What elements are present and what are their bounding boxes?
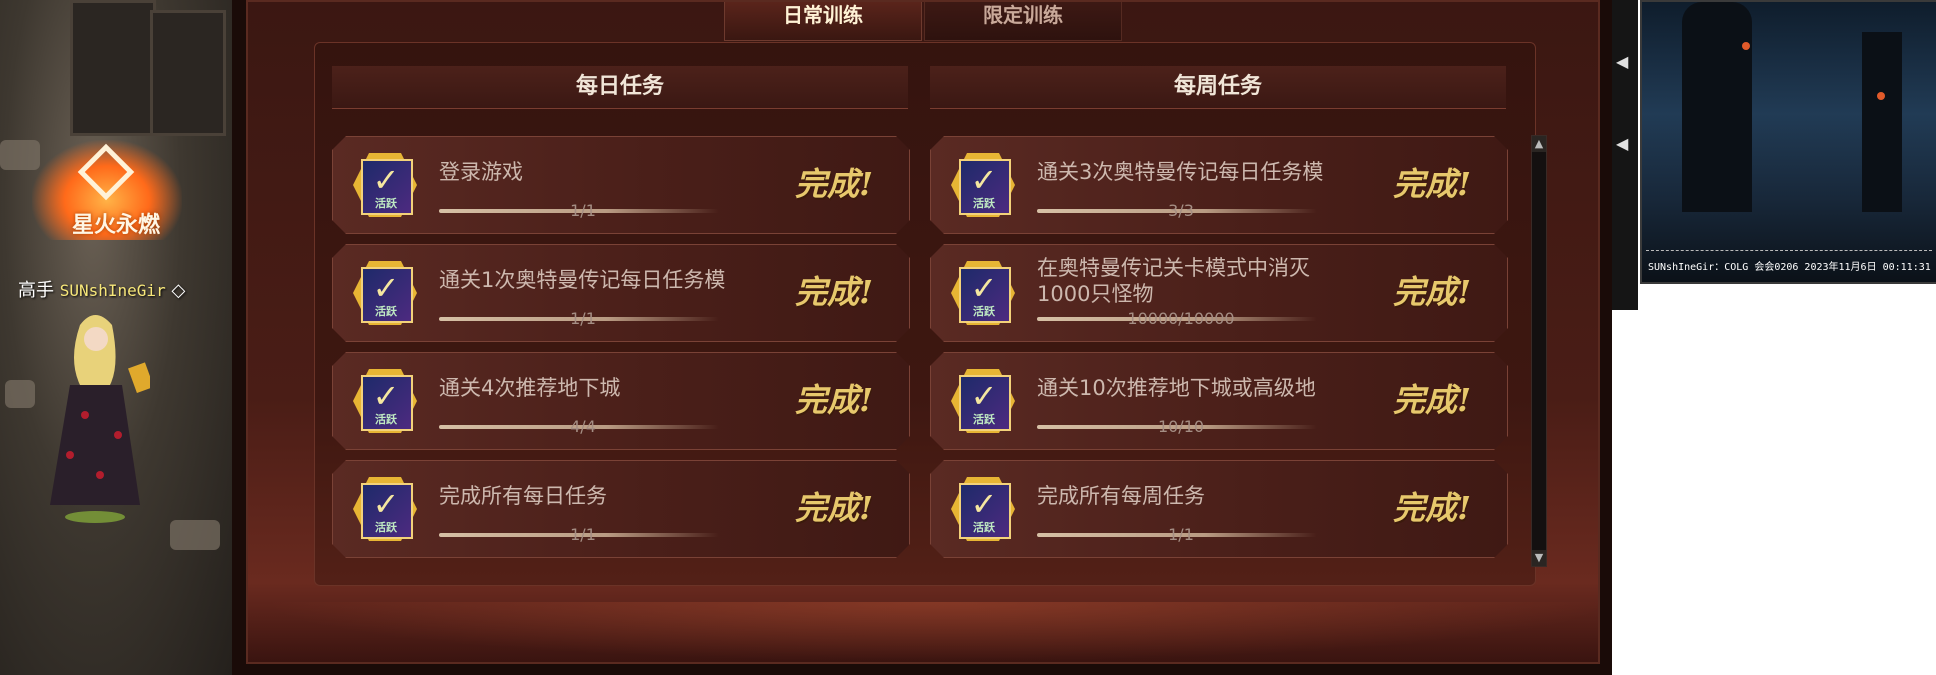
weekly-task-card[interactable]: ✓ 活跃 在奥特曼传记关卡模式中消灭1000只怪物 10000/10000 完成…: [930, 244, 1508, 342]
weekly-task-card[interactable]: ✓ 活跃 完成所有每周任务 1/1 完成!: [930, 460, 1508, 558]
check-icon: ✓: [970, 377, 998, 415]
task-title: 通关1次奥特曼传记每日任务模: [439, 268, 726, 292]
task-status: 完成!: [794, 381, 873, 419]
check-icon: ✓: [372, 161, 400, 199]
task-status: 完成!: [794, 165, 873, 203]
chevron-left-icon[interactable]: ◀: [1616, 52, 1628, 71]
chevron-left-icon[interactable]: ◀: [1616, 134, 1628, 153]
check-icon: ✓: [372, 485, 400, 523]
caption-divider: [1646, 250, 1932, 251]
daily-task-card[interactable]: ✓ 活跃 通关4次推荐地下城 4/4 完成!: [332, 352, 910, 450]
check-icon: ✓: [970, 485, 998, 523]
modal-body: 日常训练 限定训练 每日任务 每周任务 ✓ 活跃 登录游戏 1/1 完成! ✓ …: [246, 0, 1612, 664]
chevron-down-icon[interactable]: ▼: [1532, 550, 1546, 566]
task-progress: 1/1: [570, 525, 596, 544]
stone-pillar: [70, 0, 156, 136]
player-name[interactable]: 高手 SUNshIneGir ◇: [18, 276, 185, 302]
tab-daily-training[interactable]: 日常训练: [724, 2, 922, 41]
weekly-task-card[interactable]: ✓ 活跃 通关3次奥特曼传记每日任务模 3/3 完成!: [930, 136, 1508, 234]
stream-thumbnail: [1640, 0, 1936, 284]
reward-tag: 活跃: [375, 413, 397, 426]
reward-tag: 活跃: [375, 305, 397, 318]
reward-tag: 活跃: [973, 413, 995, 426]
reward-tag: 活跃: [375, 197, 397, 210]
task-title: 在奥特曼传记关卡模式中消灭1000只怪物: [1037, 256, 1310, 306]
task-status: 完成!: [1392, 381, 1471, 419]
task-title: 完成所有每周任务: [1037, 484, 1205, 508]
task-status: 完成!: [1392, 273, 1471, 311]
task-progress: 1/1: [570, 309, 596, 328]
dark-figure: [1862, 32, 1902, 212]
chevron-up-icon[interactable]: ▲: [1532, 136, 1546, 152]
task-progress: 10/10: [1157, 417, 1205, 436]
task-status: 完成!: [794, 273, 873, 311]
task-title: 通关10次推荐地下城或高级地: [1037, 376, 1316, 400]
tab-limited-training[interactable]: 限定训练: [924, 2, 1122, 41]
reward-tag: 活跃: [973, 197, 995, 210]
daily-task-card[interactable]: ✓ 活跃 通关1次奥特曼传记每日任务模 1/1 完成!: [332, 244, 910, 342]
check-icon: ✓: [970, 269, 998, 307]
player-character[interactable]: [40, 305, 150, 525]
task-scrollbar[interactable]: ▲ ▼: [1531, 135, 1547, 567]
check-icon: ✓: [372, 377, 400, 415]
task-status: 完成!: [1392, 489, 1471, 527]
stream-caption: SUNshIneGir：COLG 会会0206 2023年11月6日 00:11…: [1648, 262, 1931, 273]
task-status: 完成!: [794, 489, 873, 527]
daily-header: 每日任务: [332, 66, 908, 109]
daily-task-card[interactable]: ✓ 活跃 登录游戏 1/1 完成!: [332, 136, 910, 234]
check-icon: ✓: [970, 161, 998, 199]
task-status: 完成!: [1392, 165, 1471, 203]
guild-name: 星火永燃: [71, 212, 160, 238]
weekly-task-card[interactable]: ✓ 活跃 通关10次推荐地下城或高级地 10/10 完成!: [930, 352, 1508, 450]
reward-tag: 活跃: [973, 305, 995, 318]
dark-figure: [1682, 2, 1752, 212]
diamond-icon: ◇: [171, 280, 186, 301]
task-title: 通关3次奥特曼传记每日任务模: [1037, 160, 1324, 184]
daily-task-card[interactable]: ✓ 活跃 完成所有每日任务 1/1 完成!: [332, 460, 910, 558]
task-progress: 3/3: [1168, 201, 1194, 220]
task-progress: 1/1: [1168, 525, 1194, 544]
weekly-header: 每周任务: [930, 66, 1506, 109]
task-progress: 1/1: [570, 201, 596, 220]
player-title: 高手: [18, 280, 54, 301]
side-strip: ◀ ◀: [1612, 0, 1638, 310]
reward-tag: 活跃: [375, 521, 397, 534]
task-progress: 4/4: [570, 417, 596, 436]
stone-pillar: [150, 10, 226, 136]
task-title: 通关4次推荐地下城: [439, 376, 621, 400]
check-icon: ✓: [372, 269, 400, 307]
task-title: 登录游戏: [439, 160, 523, 184]
task-progress: 10000/10000: [1127, 309, 1235, 328]
training-modal: 日常训练 限定训练 每日任务 每周任务 ✓ 活跃 登录游戏 1/1 完成! ✓ …: [232, 0, 1612, 675]
ember: [1877, 92, 1885, 100]
rock: [5, 380, 35, 408]
ember: [1742, 42, 1750, 50]
task-title: 完成所有每日任务: [439, 484, 607, 508]
rock: [170, 520, 220, 550]
player-nick: SUNshIneGir: [59, 281, 166, 300]
bottom-glow: [262, 602, 1612, 662]
reward-tag: 活跃: [973, 521, 995, 534]
